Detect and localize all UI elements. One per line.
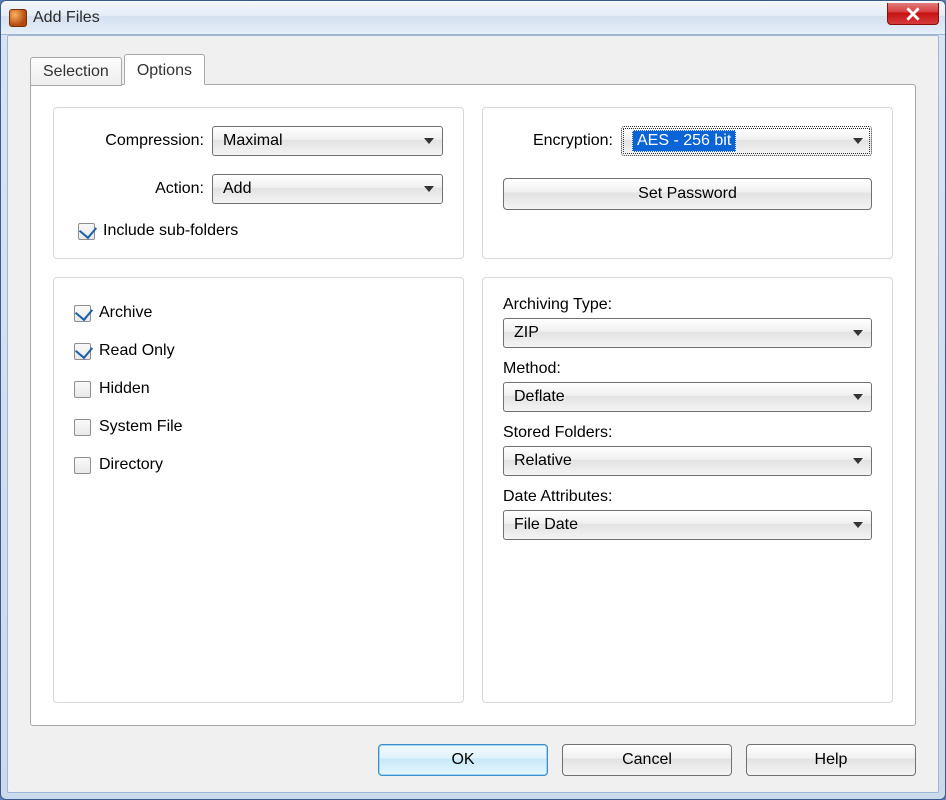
chevron-down-icon [853, 138, 863, 144]
group-archiving: Archiving Type: ZIP Method: Deflate Stor… [482, 277, 893, 703]
close-icon [906, 7, 920, 21]
directory-checkbox[interactable] [74, 457, 91, 474]
method-label: Method: [503, 360, 872, 378]
encryption-label: Encryption: [503, 132, 613, 150]
directory-label: Directory [99, 456, 163, 474]
encryption-value: AES - 256 bit [632, 130, 736, 152]
compression-value: Maximal [223, 132, 283, 150]
include-subfolders-label: Include sub-folders [103, 222, 238, 240]
chevron-down-icon [853, 458, 863, 464]
systemfile-label: System File [99, 418, 183, 436]
archive-checkbox[interactable] [74, 305, 91, 322]
chevron-down-icon [853, 522, 863, 528]
date-attributes-label: Date Attributes: [503, 488, 872, 506]
stored-folders-value: Relative [514, 452, 572, 470]
group-compression: Compression: Maximal Action: Add Includ [53, 107, 464, 259]
readonly-checkbox[interactable] [74, 343, 91, 360]
stored-folders-label: Stored Folders: [503, 424, 872, 442]
readonly-label: Read Only [99, 342, 175, 360]
method-value: Deflate [514, 388, 565, 406]
cancel-button[interactable]: Cancel [562, 744, 732, 776]
stored-folders-select[interactable]: Relative [503, 446, 872, 476]
help-button[interactable]: Help [746, 744, 916, 776]
date-attributes-select[interactable]: File Date [503, 510, 872, 540]
action-label: Action: [74, 180, 204, 198]
date-attributes-value: File Date [514, 516, 578, 534]
compression-select[interactable]: Maximal [212, 126, 443, 156]
method-select[interactable]: Deflate [503, 382, 872, 412]
titlebar: Add Files [1, 1, 945, 35]
archiving-type-value: ZIP [514, 324, 539, 342]
archiving-type-label: Archiving Type: [503, 296, 872, 314]
chevron-down-icon [424, 186, 434, 192]
ok-button[interactable]: OK [378, 744, 548, 776]
window-title: Add Files [33, 9, 100, 27]
chevron-down-icon [853, 394, 863, 400]
tabstrip: Selection Options [30, 54, 916, 85]
action-select[interactable]: Add [212, 174, 443, 204]
tab-selection[interactable]: Selection [30, 57, 122, 86]
hidden-checkbox[interactable] [74, 381, 91, 398]
hidden-label: Hidden [99, 380, 150, 398]
archiving-type-select[interactable]: ZIP [503, 318, 872, 348]
archive-label: Archive [99, 304, 152, 322]
group-encryption: Encryption: AES - 256 bit Set Password [482, 107, 893, 259]
app-icon [9, 9, 27, 27]
action-value: Add [223, 180, 251, 198]
tab-options[interactable]: Options [124, 54, 205, 85]
group-attributes: Archive Read Only Hidden System File Dir… [53, 277, 464, 703]
include-subfolders-checkbox[interactable] [78, 223, 95, 240]
set-password-button[interactable]: Set Password [503, 178, 872, 210]
chevron-down-icon [424, 138, 434, 144]
systemfile-checkbox[interactable] [74, 419, 91, 436]
tab-panel-options: Compression: Maximal Action: Add Includ [30, 84, 916, 726]
window: Add Files Selection Options Compression:… [0, 0, 946, 800]
encryption-select[interactable]: AES - 256 bit [621, 126, 872, 156]
close-button[interactable] [887, 3, 939, 25]
compression-label: Compression: [74, 132, 204, 150]
dialog-footer: OK Cancel Help [30, 726, 916, 776]
client-area: Selection Options Compression: Maximal A… [7, 35, 939, 793]
chevron-down-icon [853, 330, 863, 336]
